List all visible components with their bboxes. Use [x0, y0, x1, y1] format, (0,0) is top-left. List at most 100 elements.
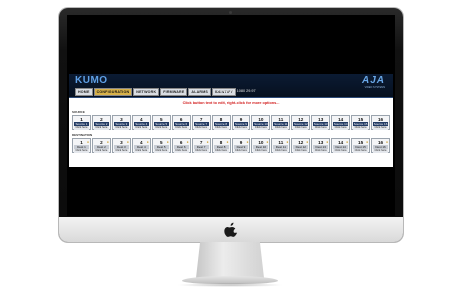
source-button[interactable]: 14 Source 14 Click here — [331, 115, 351, 130]
monitor-stand — [196, 242, 264, 278]
source-button[interactable]: 1 Source 1 Click here — [72, 115, 91, 130]
destination-button[interactable]: 8 ● Dest 8 Click here — [211, 138, 231, 153]
click-here-label[interactable]: Click here — [173, 149, 189, 153]
lock-icon[interactable]: ● — [206, 140, 208, 144]
destination-button[interactable]: 13 ● Dest 13 Click here — [311, 138, 331, 153]
lock-icon[interactable]: ● — [147, 140, 149, 144]
source-button[interactable]: 16 Source 16 Click here — [371, 115, 390, 130]
source-button[interactable]: 8 Source 8 Click here — [211, 115, 231, 130]
click-here-label[interactable]: Click here — [273, 149, 289, 153]
tab-home[interactable]: HOME — [75, 88, 93, 96]
lock-icon[interactable]: ● — [167, 140, 169, 144]
destination-button[interactable]: 9 ● Dest 9 Click here — [231, 138, 251, 153]
click-here-label[interactable]: Click here — [353, 126, 369, 130]
destination-button[interactable]: 3 ● Dest 3 Click here — [111, 138, 131, 153]
lock-icon[interactable]: ● — [386, 140, 388, 144]
click-here-label[interactable]: Click here — [113, 126, 129, 130]
click-here-label[interactable]: Click here — [173, 126, 189, 130]
destination-button[interactable]: 14 ● Dest 14 Click here — [331, 138, 351, 153]
lock-icon[interactable]: ● — [306, 140, 308, 144]
source-button[interactable]: 3 Source 3 Click here — [111, 115, 131, 130]
click-here-label[interactable]: Click here — [333, 149, 349, 153]
click-here-label[interactable]: Click here — [213, 126, 229, 130]
click-here-label[interactable]: Click here — [153, 126, 169, 130]
click-here-label[interactable]: Click here — [93, 126, 109, 130]
tab-network[interactable]: NETWORK — [133, 88, 160, 96]
lock-icon[interactable]: ● — [366, 140, 368, 144]
source-button[interactable]: 2 Source 2 Click here — [91, 115, 111, 130]
click-here-label[interactable]: Click here — [213, 149, 229, 153]
camera-icon — [229, 11, 232, 14]
click-here-label[interactable]: Click here — [233, 149, 249, 153]
destination-button[interactable]: 2 ● Dest 2 Click here — [91, 138, 111, 153]
source-button[interactable]: 10 Source 10 Click here — [251, 115, 271, 130]
click-here-label[interactable]: Click here — [313, 149, 329, 153]
click-here-label[interactable]: Click here — [153, 149, 169, 153]
lock-icon[interactable]: ● — [346, 140, 348, 144]
source-button[interactable]: 5 Source 5 Click here — [151, 115, 171, 130]
click-here-label[interactable]: Click here — [253, 149, 269, 153]
click-here-label[interactable]: Click here — [353, 149, 369, 153]
source-button[interactable]: 12 Source 12 Click here — [291, 115, 311, 130]
aja-logo-subtitle: VIDEO SYSTEMS — [364, 86, 385, 89]
click-here-label[interactable]: Click here — [93, 149, 109, 153]
source-button[interactable]: 6 Source 6 Click here — [171, 115, 191, 130]
click-here-label[interactable]: Click here — [313, 126, 329, 130]
click-here-label[interactable]: Click here — [373, 149, 388, 153]
lock-icon[interactable]: ● — [187, 140, 189, 144]
destination-button[interactable]: 7 ● Dest 7 Click here — [191, 138, 211, 153]
click-here-label[interactable]: Click here — [74, 126, 89, 130]
click-here-label[interactable]: Click here — [133, 149, 149, 153]
tab-alarms[interactable]: ALARMS — [188, 88, 211, 96]
aja-logo: AJA — [361, 75, 385, 86]
click-here-label[interactable]: Click here — [253, 126, 269, 130]
click-here-label[interactable]: Click here — [293, 149, 309, 153]
imac-monitor: KUMO AJA VIDEO SYSTEMS HOME CONFIGURATIO… — [59, 8, 403, 242]
lock-icon[interactable]: ● — [127, 140, 129, 144]
kumo-logo: KUMO — [75, 75, 108, 86]
click-here-label[interactable]: Click here — [233, 126, 249, 130]
nav-tabs: HOME CONFIGURATION NETWORK FIRMWARE ALAR… — [75, 88, 236, 96]
destination-button[interactable]: 1 ● Dest 1 Click here — [72, 138, 91, 153]
reference-status: Reference: 1080 29.97 — [217, 89, 256, 93]
destination-button[interactable]: 16 ● Dest 16 Click here — [371, 138, 390, 153]
lock-icon[interactable]: ● — [87, 140, 89, 144]
click-here-label[interactable]: Click here — [133, 126, 149, 130]
kumo-web-app: KUMO AJA VIDEO SYSTEMS HOME CONFIGURATIO… — [69, 74, 393, 167]
screen: KUMO AJA VIDEO SYSTEMS HOME CONFIGURATIO… — [67, 15, 395, 216]
instruction-text: Click button text to edit, right-click f… — [182, 101, 280, 105]
source-button[interactable]: 11 Source 11 Click here — [271, 115, 291, 130]
source-button[interactable]: 13 Source 13 Click here — [311, 115, 331, 130]
destination-button[interactable]: 10 ● Dest 10 Click here — [251, 138, 271, 153]
tab-firmware[interactable]: FIRMWARE — [160, 88, 188, 96]
click-here-label[interactable]: Click here — [333, 126, 349, 130]
destination-button-row: 1 ● Dest 1 Click here 2 ● Dest 2 Click here 3 ● De… — [72, 138, 390, 153]
click-here-label[interactable]: Click here — [113, 149, 129, 153]
tab-configuration[interactable]: CONFIGURATION — [93, 88, 133, 96]
lock-icon[interactable]: ● — [226, 140, 228, 144]
destination-button[interactable]: 12 ● Dest 12 Click here — [291, 138, 311, 153]
lock-icon[interactable]: ● — [246, 140, 248, 144]
monitor-chin — [59, 217, 403, 242]
lock-icon[interactable]: ● — [266, 140, 268, 144]
destination-button[interactable]: 4 ● Dest 4 Click here — [131, 138, 151, 153]
apple-logo-icon — [224, 222, 238, 237]
destination-button[interactable]: 15 ● Dest 15 Click here — [351, 138, 371, 153]
source-section-label: SOURCE — [72, 110, 85, 114]
source-button[interactable]: 4 Source 4 Click here — [131, 115, 151, 130]
lock-icon[interactable]: ● — [107, 140, 109, 144]
destination-button[interactable]: 6 ● Dest 6 Click here — [171, 138, 191, 153]
destination-button[interactable]: 11 ● Dest 11 Click here — [271, 138, 291, 153]
source-button[interactable]: 7 Source 7 Click here — [191, 115, 211, 130]
click-here-label[interactable]: Click here — [74, 149, 89, 153]
destination-button[interactable]: 5 ● Dest 5 Click here — [151, 138, 171, 153]
click-here-label[interactable]: Click here — [293, 126, 309, 130]
click-here-label[interactable]: Click here — [273, 126, 289, 130]
lock-icon[interactable]: ● — [286, 140, 288, 144]
click-here-label[interactable]: Click here — [193, 126, 209, 130]
lock-icon[interactable]: ● — [326, 140, 328, 144]
source-button[interactable]: 9 Source 9 Click here — [231, 115, 251, 130]
click-here-label[interactable]: Click here — [373, 126, 388, 130]
source-button[interactable]: 15 Source 15 Click here — [351, 115, 371, 130]
click-here-label[interactable]: Click here — [193, 149, 209, 153]
